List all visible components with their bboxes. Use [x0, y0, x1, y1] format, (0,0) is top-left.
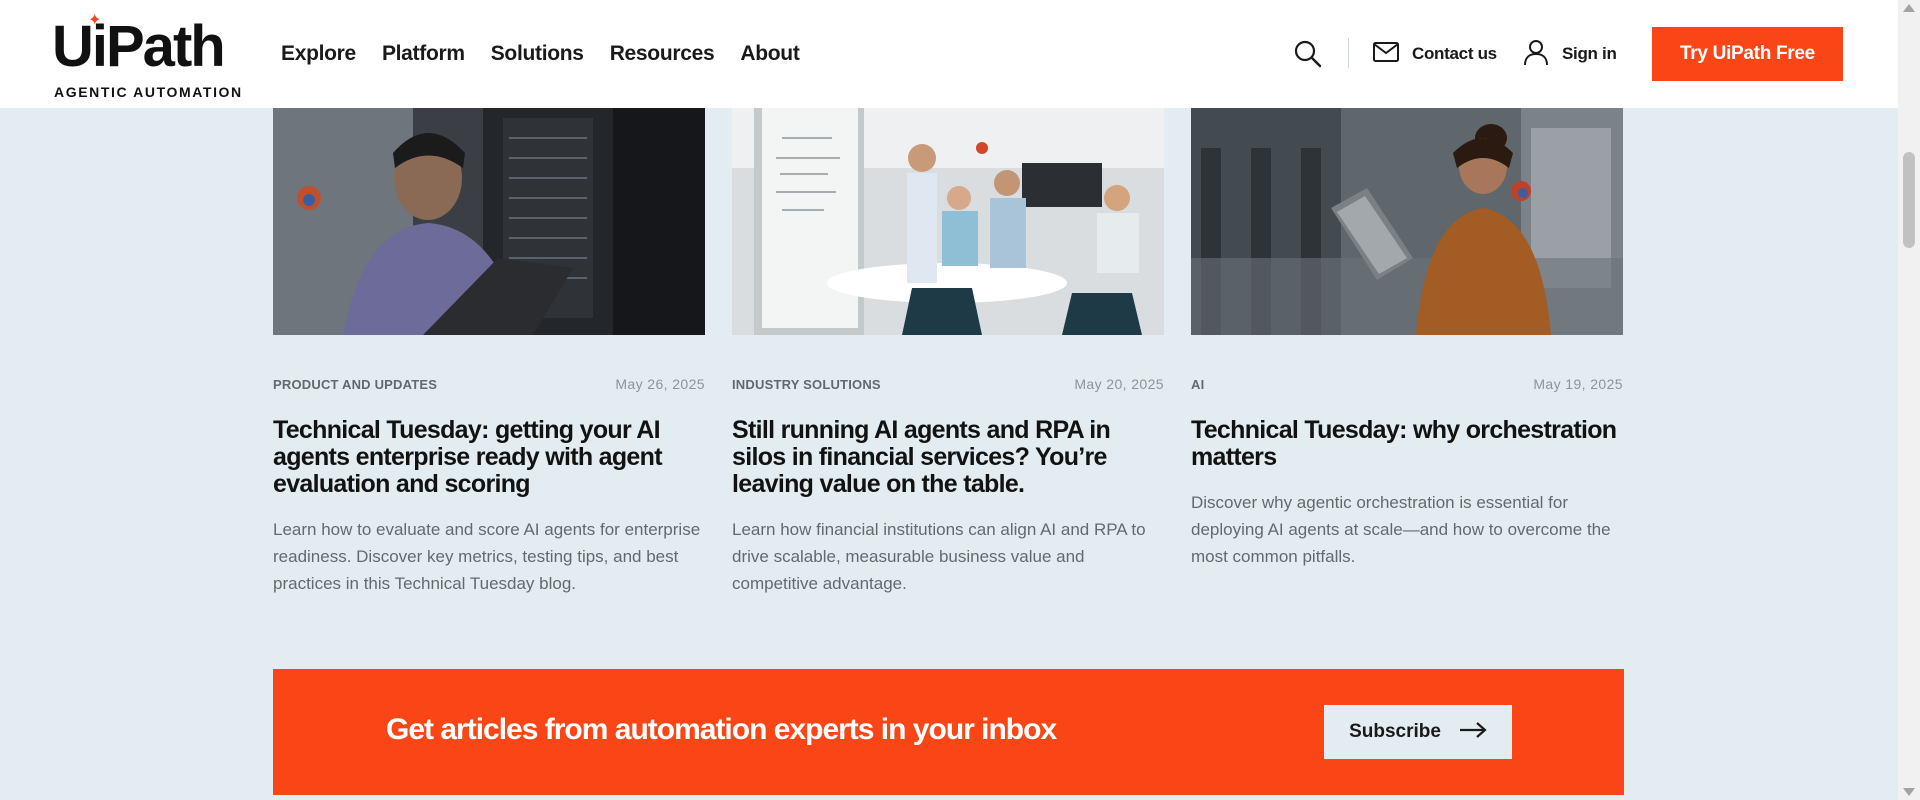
- search-icon[interactable]: [1292, 38, 1324, 70]
- uipath-logo[interactable]: UiPath ✦ AGENTIC AUTOMATION: [52, 10, 241, 101]
- card-meta: PRODUCT AND UPDATES May 26, 2025: [273, 376, 705, 392]
- card-category[interactable]: PRODUCT AND UPDATES: [273, 377, 437, 392]
- nav-solutions[interactable]: Solutions: [491, 42, 584, 66]
- card-image-server-room[interactable]: [273, 108, 705, 335]
- card-description: Discover why agentic orchestration is es…: [1191, 493, 1611, 566]
- card-date: May 20, 2025: [1074, 376, 1164, 392]
- sign-in-link[interactable]: Sign in: [1522, 36, 1617, 72]
- sign-in-label: Sign in: [1562, 44, 1617, 63]
- logo-sparkle-icon: ✦: [88, 10, 102, 29]
- card-title[interactable]: Technical Tuesday: why orchestration mat…: [1191, 417, 1623, 471]
- nav-about[interactable]: About: [740, 42, 799, 66]
- main-nav: Explore Platform Solutions Resources Abo…: [281, 0, 800, 108]
- logo-wordmark: UiPath: [52, 14, 226, 79]
- contact-us-label: Contact us: [1412, 44, 1497, 63]
- card-date: May 19, 2025: [1533, 376, 1623, 392]
- logo-tagline: AGENTIC AUTOMATION: [54, 84, 243, 100]
- card-category[interactable]: INDUSTRY SOLUTIONS: [732, 377, 881, 392]
- card-image-woman-tablet[interactable]: [1191, 108, 1623, 335]
- card-meta: INDUSTRY SOLUTIONS May 20, 2025: [732, 376, 1164, 392]
- card-description: Learn how financial institutions can ali…: [732, 520, 1146, 593]
- subscribe-banner-heading: Get articles from automation experts in …: [386, 713, 1057, 746]
- contact-us-link[interactable]: Contact us: [1372, 36, 1497, 72]
- card-category[interactable]: AI: [1191, 377, 1204, 392]
- scroll-down-arrow-icon[interactable]: [1903, 788, 1915, 796]
- scrollbar-thumb[interactable]: [1903, 152, 1915, 248]
- subscribe-label: Subscribe: [1349, 721, 1441, 742]
- card-title[interactable]: Still running AI agents and RPA in silos…: [732, 417, 1164, 498]
- card-description: Learn how to evaluate and score AI agent…: [273, 520, 701, 593]
- nav-platform[interactable]: Platform: [382, 42, 465, 66]
- card-image-team-meeting[interactable]: [732, 108, 1164, 335]
- subscribe-banner: Get articles from automation experts in …: [273, 669, 1624, 795]
- card-meta: AI May 19, 2025: [1191, 376, 1623, 392]
- nav-explore[interactable]: Explore: [281, 42, 356, 66]
- nav-resources[interactable]: Resources: [610, 42, 715, 66]
- mail-icon: [1372, 41, 1400, 67]
- page-scrollbar[interactable]: [1898, 0, 1920, 800]
- header-divider: [1348, 38, 1349, 68]
- card-date: May 26, 2025: [615, 376, 705, 392]
- scroll-up-arrow-icon[interactable]: [1903, 4, 1915, 12]
- subscribe-button[interactable]: Subscribe: [1324, 705, 1512, 759]
- user-icon: [1522, 38, 1550, 70]
- arrow-right-icon: [1459, 722, 1487, 742]
- try-uipath-free-button[interactable]: Try UiPath Free: [1652, 27, 1843, 81]
- site-header: UiPath ✦ AGENTIC AUTOMATION Explore Plat…: [0, 0, 1898, 108]
- card-title[interactable]: Technical Tuesday: getting your AI agent…: [273, 417, 705, 498]
